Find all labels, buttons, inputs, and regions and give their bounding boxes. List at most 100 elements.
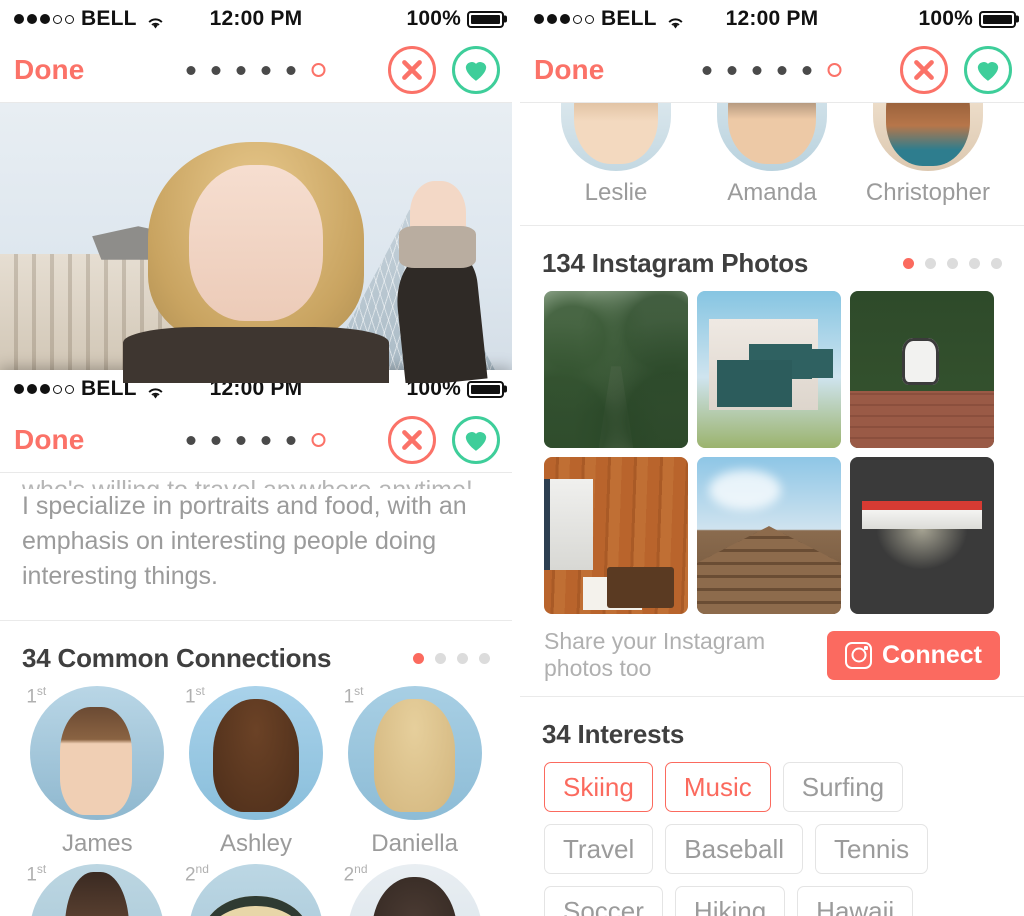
instagram-photo[interactable]: [544, 457, 688, 614]
connection-item[interactable]: 1st: [18, 862, 177, 916]
avatar: [872, 103, 983, 171]
nav-action-buttons: [388, 416, 500, 464]
connection-avatar-wrap: 1st: [185, 684, 323, 820]
battery-percent-label: 100%: [406, 7, 461, 30]
nav-action-buttons: [900, 46, 1012, 94]
interests-tag-list: Skiing Music Surfing Travel Baseball Ten…: [520, 758, 1024, 916]
status-bar-left: BELL 12:00 PM 100%: [0, 0, 512, 38]
connection-item[interactable]: 1st Ashley: [177, 684, 336, 858]
close-x-icon: [402, 60, 422, 80]
photo-page-indicator[interactable]: [702, 63, 842, 77]
nav-action-buttons: [388, 46, 500, 94]
nav-bar-left: Done: [0, 38, 512, 103]
instagram-photo-grid: [520, 287, 1024, 614]
connection-avatar-wrap: 2nd: [344, 862, 482, 916]
profile-hero-photo[interactable]: [0, 103, 512, 383]
close-x-icon: [402, 430, 422, 450]
connections-page-indicator[interactable]: [413, 653, 490, 664]
left-phone-panel: BELL 12:00 PM 100% Done BELL 12:00 PM 10…: [0, 0, 512, 916]
connection-item[interactable]: 1st James: [18, 684, 177, 858]
connection-degree-badge: 1st: [26, 862, 47, 886]
avatar: [347, 686, 482, 820]
status-bar-right: BELL 12:00 PM 100%: [520, 0, 1024, 38]
interest-tag[interactable]: Tennis: [815, 824, 929, 874]
connection-name: Amanda: [727, 179, 817, 206]
bio-clipped-line: who's willing to travel anywhere anytime…: [22, 473, 490, 489]
done-button[interactable]: Done: [14, 424, 84, 456]
instagram-share-text: Share your Instagram photos too: [544, 628, 766, 681]
connection-avatar-wrap: 1st: [26, 684, 165, 820]
instagram-connect-button[interactable]: Connect: [827, 630, 1000, 680]
connection-item[interactable]: Leslie: [538, 103, 694, 207]
battery-percent-label: 100%: [918, 7, 973, 30]
bio-line-3: interesting things.: [22, 562, 218, 590]
interest-tag[interactable]: Travel: [544, 824, 654, 874]
connection-degree-badge: 1st: [26, 684, 47, 708]
done-button[interactable]: Done: [14, 54, 84, 86]
connection-item[interactable]: 2nd: [177, 862, 336, 916]
instagram-connect-label: Connect: [882, 640, 982, 669]
heart-icon: [465, 62, 487, 81]
instagram-share-row: Share your Instagram photos too Connect: [520, 614, 1024, 696]
photo-page-indicator[interactable]: [186, 433, 326, 447]
status-bar-battery-group-right: 100%: [918, 7, 1016, 31]
screenshot-stage: BELL 12:00 PM 100% Done BELL 12:00 PM 10…: [0, 0, 1024, 916]
right-phone-panel: BELL 12:00 PM 100% Done Leslie Amanda Ch…: [520, 0, 1024, 916]
connection-item[interactable]: 2nd: [335, 862, 494, 916]
battery-full-icon: [467, 10, 504, 28]
photo-wood-wall-workspace: [544, 457, 688, 614]
instagram-photo[interactable]: [850, 457, 994, 614]
connection-avatar-wrap: 2nd: [185, 862, 323, 916]
nav-bar-inner: Done: [0, 408, 512, 473]
common-connections-title: 34 Common Connections: [22, 643, 332, 673]
interest-tag[interactable]: Surfing: [782, 762, 904, 812]
nope-button[interactable]: [900, 46, 948, 94]
photo-modern-white-building: [697, 291, 841, 448]
like-button[interactable]: [452, 46, 500, 94]
avatar: [30, 864, 165, 916]
like-button[interactable]: [964, 46, 1012, 94]
connection-item[interactable]: 1st Daniella: [335, 684, 494, 858]
instagram-icon: [845, 641, 872, 669]
interests-header: 34 Interests: [520, 697, 1024, 758]
interest-tag[interactable]: Skiing: [544, 762, 653, 812]
connection-name: Daniella: [371, 830, 458, 857]
close-x-icon: [914, 60, 934, 80]
common-connections-header: 34 Common Connections: [0, 621, 512, 682]
profile-bio: who's willing to travel anywhere anytime…: [0, 473, 512, 594]
instagram-page-indicator[interactable]: [903, 258, 1002, 269]
instagram-photo[interactable]: [544, 291, 688, 448]
battery-full-icon: [979, 10, 1016, 28]
nope-button[interactable]: [388, 46, 436, 94]
common-connections-row-cropped: Leslie Amanda Christopher: [520, 103, 1024, 207]
interest-tag[interactable]: Hawaii: [797, 886, 914, 916]
connection-name: James: [61, 830, 133, 857]
avatar: [347, 864, 482, 916]
interest-tag[interactable]: Baseball: [665, 824, 804, 874]
interest-tag[interactable]: Soccer: [544, 886, 663, 916]
bio-line-2: emphasis on interesting people doing: [22, 527, 437, 555]
common-connections-grid: 1st James 1st Ashley 1st Daniella 1st 2n…: [0, 682, 512, 916]
connection-degree-badge: 2nd: [343, 862, 368, 886]
instagram-header: 134 Instagram Photos: [520, 226, 1024, 287]
connection-degree-badge: 1st: [184, 684, 205, 708]
heart-icon: [977, 62, 999, 81]
done-button[interactable]: Done: [534, 54, 604, 86]
connection-item[interactable]: Amanda: [694, 103, 850, 207]
interest-tag[interactable]: Music: [664, 762, 771, 812]
photo-gas-station-at-night: [850, 457, 994, 614]
photo-woman-at-louvre: [0, 103, 512, 383]
interest-tag[interactable]: Hiking: [674, 886, 786, 916]
instagram-photo[interactable]: [850, 291, 994, 448]
avatar: [188, 864, 323, 916]
like-button[interactable]: [452, 416, 500, 464]
photo-page-indicator[interactable]: [186, 63, 326, 77]
avatar: [188, 686, 323, 820]
connection-name: Leslie: [584, 179, 648, 206]
connection-avatar-wrap: 1st: [344, 684, 482, 820]
connection-item[interactable]: Christopher: [850, 103, 1006, 207]
instagram-photo[interactable]: [697, 291, 841, 448]
connection-name: Christopher: [865, 179, 990, 206]
nope-button[interactable]: [388, 416, 436, 464]
instagram-photo[interactable]: [697, 457, 841, 614]
